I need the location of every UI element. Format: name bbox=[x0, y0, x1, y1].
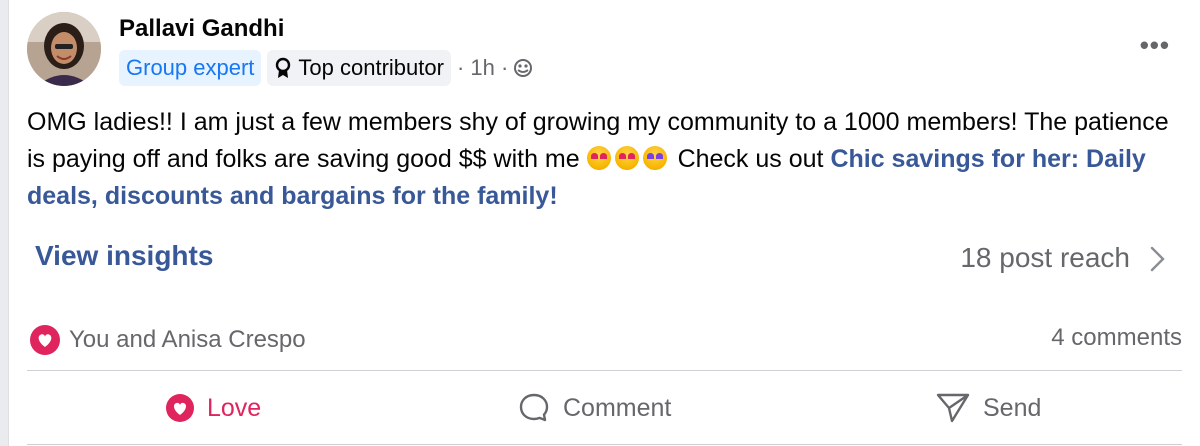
comment-label: Comment bbox=[563, 393, 672, 422]
comments-count[interactable]: 4 comments bbox=[1051, 324, 1182, 352]
group-expert-badge[interactable]: Group expert bbox=[119, 50, 262, 86]
divider bbox=[27, 370, 1182, 371]
heart-eyes-emoji-icon bbox=[614, 146, 639, 170]
author-name[interactable]: Pallavi Gandhi bbox=[119, 15, 284, 43]
send-button[interactable]: Send bbox=[935, 388, 1041, 428]
view-insights-link[interactable]: View insights bbox=[35, 240, 213, 272]
divider bbox=[27, 444, 1182, 445]
post-reach[interactable]: 18 post reach bbox=[960, 242, 1130, 274]
reaction-names: You and Anisa Crespo bbox=[69, 326, 306, 353]
avatar-photo bbox=[27, 12, 101, 86]
love-reaction-icon bbox=[30, 325, 60, 355]
more-options-icon[interactable]: ••• bbox=[1140, 32, 1170, 58]
love-label: Love bbox=[207, 393, 262, 422]
top-contributor-badge[interactable]: Top contributor bbox=[267, 50, 451, 86]
love-icon bbox=[166, 394, 194, 422]
love-button[interactable]: Love bbox=[165, 388, 261, 428]
audience-members-icon bbox=[514, 59, 533, 77]
post-text: OMG ladies!! I am just a few members shy… bbox=[27, 104, 1187, 215]
post-time[interactable]: · 1h · bbox=[457, 55, 533, 81]
heart-eyes-emoji-icon bbox=[586, 146, 611, 170]
comment-button[interactable]: Comment bbox=[517, 388, 671, 428]
medal-icon bbox=[276, 57, 291, 78]
post-body-cta: Check us out bbox=[677, 145, 824, 173]
avatar[interactable] bbox=[27, 12, 101, 86]
comment-icon bbox=[519, 393, 549, 422]
post-time-label: · 1h · bbox=[456, 55, 509, 80]
post-meta: Group expert Top contributor · 1h · bbox=[119, 50, 533, 86]
top-contributor-label: Top contributor bbox=[298, 55, 444, 80]
send-icon bbox=[936, 393, 970, 423]
reactions-summary[interactable]: You and Anisa Crespo bbox=[29, 322, 306, 358]
star-struck-emoji-icon bbox=[642, 146, 667, 170]
post-card: Pallavi Gandhi Group expert Top contribu… bbox=[8, 0, 1200, 446]
send-label: Send bbox=[983, 393, 1042, 422]
chevron-right-icon[interactable] bbox=[1144, 244, 1170, 274]
